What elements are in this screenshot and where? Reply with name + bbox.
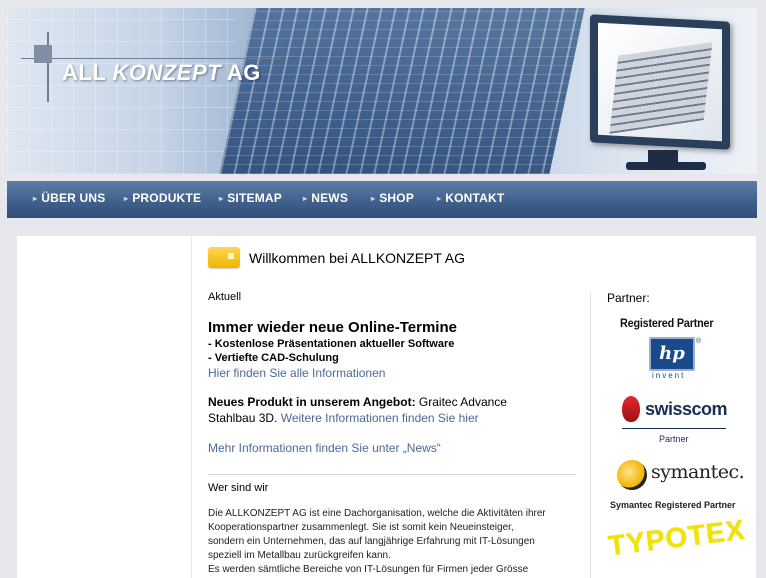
arrow-icon: ▸ [371,194,376,203]
logo-part: AG [221,60,261,85]
registered-mark-icon: ® [696,338,702,345]
partner-heading: Partner: [607,291,650,305]
about-text-line: Es werden sämtliche Bereiche von IT-Lösu… [208,564,529,575]
swisscom-underline [622,428,726,429]
hp-invent-label: invent [652,371,686,380]
about-text-line: Die ALLKONZEPT AG ist eine Dachorganisat… [208,508,546,519]
nav-label: PRODUKTE [132,191,202,205]
nav-item-sitemap[interactable]: ▸ SITEMAP [219,191,282,205]
symantec-registered-partner-label: Symantec Registered Partner [610,500,736,510]
new-product-text: Neues Produkt in unserem Angebot: Graite… [208,395,507,409]
news-bullet: - Vertiefte CAD-Schulung [208,352,339,364]
arrow-icon: ▸ [303,194,308,203]
nav-label: KONTAKT [445,191,505,205]
nav-label: SHOP [379,191,415,205]
logo-part: KONZEPT [112,60,222,85]
logo-cross-line [21,58,281,59]
new-product-heading: Neues Produkt in unserem Angebot: [208,395,416,409]
news-page-link[interactable]: Mehr Informationen finden Sie unter „New… [208,441,441,455]
about-text-line: speziell im Metallbau zurückgreifen kann… [208,550,391,561]
nav-label: ÜBER UNS [41,191,106,205]
swisscom-logo-icon [622,396,640,422]
page-title: Willkommen bei ALLKONZEPT AG [249,250,466,266]
symantec-logo[interactable]: symantec. [651,461,745,483]
arrow-icon: ▸ [33,194,38,203]
monitor-image [590,14,740,170]
swisscom-partner-label: Partner [659,434,689,444]
logo-cross-line [47,32,49,102]
welcome-icon [208,247,240,268]
nav-label: SITEMAP [227,191,282,205]
news-bullet: - Kostenlose Präsentationen aktueller So… [208,338,455,350]
nav-item-shop[interactable]: ▸ SHOP [371,191,414,205]
nav-item-ueber-uns[interactable]: ▸ ÜBER UNS [33,191,106,205]
logo[interactable]: ALL KONZEPT AG [62,60,261,86]
nav-item-news[interactable]: ▸ NEWS [303,191,348,205]
symantec-logo-icon [617,460,647,490]
more-info-link[interactable]: Weitere Informationen finden Sie hier [281,411,479,425]
hp-logo[interactable]: hp [649,337,695,371]
new-product-text-2: Stahlbau 3D. Weitere Informationen finde… [208,411,479,425]
section-heading-wer-sind-wir: Wer sind wir [208,482,269,494]
new-product-text-1: Graitec Advance [415,395,507,409]
header-grid-pattern [7,8,237,174]
hp-registered-partner-label: Registered Partner [620,316,714,330]
arrow-icon: ▸ [437,194,442,203]
about-text-line: Kooperationspartner zusammenlegt. Sie is… [208,522,514,533]
swisscom-logo[interactable]: swisscom [645,399,728,420]
news-title: Immer wieder neue Online-Termine [208,319,457,336]
new-product-text-2-span: Stahlbau 3D. [208,411,281,425]
arrow-icon: ▸ [219,194,224,203]
main-navigation: ▸ ÜBER UNS ▸ PRODUKTE ▸ SITEMAP ▸ NEWS ▸ SHOP… [7,181,757,218]
logo-part: ALL [62,60,113,85]
logo-square [34,45,52,63]
skyscraper-image [219,8,585,174]
arrow-icon: ▸ [124,194,129,203]
section-heading-aktuell: Aktuell [208,291,242,303]
news-info-link[interactable]: Hier finden Sie alle Informationen [208,366,385,380]
left-sidebar [17,236,192,578]
header-banner: ALL KONZEPT AG [7,8,757,174]
about-text-line: sondern ein Unternehmen, das auf langjäh… [208,536,535,547]
hp-logo-text: hp [659,343,685,364]
nav-item-produkte[interactable]: ▸ PRODUKTE [124,191,201,205]
nav-label: NEWS [311,191,349,205]
column-divider [590,292,591,578]
nav-item-kontakt[interactable]: ▸ KONTAKT [437,191,504,205]
divider [208,474,576,475]
